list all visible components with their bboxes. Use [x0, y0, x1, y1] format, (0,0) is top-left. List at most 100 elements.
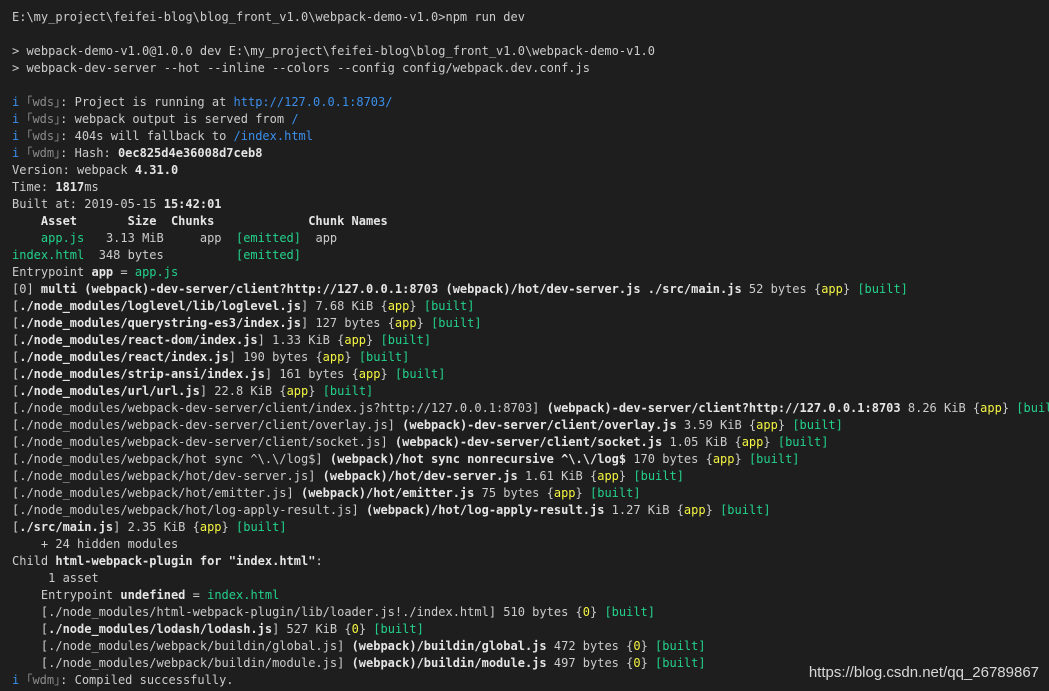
terminal-segment: }: [344, 350, 359, 364]
terminal-output[interactable]: E:\my_project\feifei-blog\blog_front_v1.…: [12, 9, 1049, 689]
terminal-segment: index.html: [207, 588, 280, 602]
terminal-segment: }: [705, 503, 721, 517]
terminal-line: [./node_modules/webpack/hot/emitter.js] …: [12, 485, 1049, 502]
terminal-segment: =: [113, 265, 135, 279]
terminal-segment: [built]: [748, 452, 800, 466]
terminal-segment: index.html: [12, 248, 85, 262]
terminal-segment: ｢wds｣: [19, 95, 61, 109]
terminal-line: [./node_modules/webpack/hot sync ^\.\/lo…: [12, 451, 1049, 468]
terminal-segment: 15:42:01: [163, 197, 222, 211]
terminal-line: [./node_modules/webpack/hot/log-apply-re…: [12, 502, 1049, 519]
terminal-line: i ｢wds｣: webpack output is served from /: [12, 111, 1049, 128]
terminal-segment: [emitted]: [235, 231, 302, 245]
terminal-segment: }: [221, 520, 236, 534]
terminal-segment: app: [980, 401, 1002, 415]
terminal-segment: app: [597, 469, 619, 483]
terminal-segment: app: [199, 520, 222, 534]
terminal-line: + 24 hidden modules: [12, 536, 1049, 553]
terminal-line: [./node_modules/webpack/buildin/global.j…: [12, 638, 1049, 655]
terminal-segment: ./node_modules/react/index.js: [19, 350, 229, 364]
terminal-line: i ｢wdm｣: Hash: 0ec825d4e36008d7ceb8: [12, 145, 1049, 162]
terminal-segment: 472 bytes {: [546, 639, 634, 653]
terminal-line: [./node_modules/html-webpack-plugin/lib/…: [12, 604, 1049, 621]
terminal-segment: ./node_modules/react-dom/index.js: [19, 333, 258, 347]
terminal-segment: }: [618, 469, 634, 483]
terminal-segment: [built]: [394, 367, 446, 381]
terminal-line: [./node_modules/react/index.js] 190 byte…: [12, 349, 1049, 366]
terminal-segment: + 24 hidden modules: [12, 537, 179, 551]
terminal-segment: (webpack)/buildin/global.js: [351, 639, 547, 653]
terminal-segment: ] 2.35 KiB {: [113, 520, 200, 534]
terminal-line: [0] multi (webpack)-dev-server/client?ht…: [12, 281, 1049, 298]
terminal-segment: app.js: [40, 231, 85, 245]
terminal-segment: app: [394, 316, 417, 330]
terminal-segment: 497 bytes {: [546, 656, 634, 670]
terminal-segment: 170 bytes {: [626, 452, 713, 466]
terminal-segment: : webpack output is served from: [60, 112, 292, 126]
terminal-segment: ./node_modules/url/url.js: [19, 384, 200, 398]
terminal-link[interactable]: http://127.0.0.1:8703/: [234, 95, 393, 109]
terminal-segment: app: [683, 503, 706, 517]
terminal-segment: 3.59 KiB {: [676, 418, 757, 432]
terminal-segment: [built]: [655, 639, 706, 653]
terminal-segment: }: [777, 418, 793, 432]
terminal-segment: 0ec825d4e36008d7ceb8: [117, 146, 263, 160]
terminal-segment: ｢wds｣: [19, 112, 61, 126]
terminal-segment: Entrypoint: [12, 588, 121, 602]
terminal-segment: [built]: [604, 605, 656, 619]
terminal-line: > webpack-dev-server --hot --inline --co…: [12, 60, 1049, 77]
terminal-segment: app: [91, 265, 114, 279]
terminal-segment: [built]: [792, 418, 843, 432]
terminal-segment: }: [734, 452, 749, 466]
terminal-segment: [built]: [380, 333, 432, 347]
terminal-segment: [0]: [12, 282, 41, 296]
terminal-link[interactable]: /: [291, 112, 298, 126]
terminal-segment: 0: [351, 622, 359, 636]
terminal-segment: (webpack)/hot/dev-server.js: [322, 469, 518, 483]
terminal-segment: [./node_modules/webpack/hot sync ^\.\/lo…: [12, 452, 330, 466]
terminal-segment: }: [842, 282, 858, 296]
watermark-text: https://blog.csdn.net/qq_26789867: [808, 664, 1039, 681]
terminal-link[interactable]: /index.html: [234, 129, 313, 143]
terminal-line: [./node_modules/webpack-dev-server/clien…: [12, 400, 1049, 417]
terminal-line: > webpack-demo-v1.0@1.0.0 dev E:\my_proj…: [12, 43, 1049, 60]
terminal-segment: [built]: [633, 469, 684, 483]
terminal-segment: app: [712, 452, 735, 466]
terminal-segment: : Hash:: [60, 146, 118, 160]
terminal-segment: ./node_modules/querystring-es3/index.js: [19, 316, 301, 330]
terminal-segment: :: [315, 554, 323, 568]
terminal-segment: > webpack-dev-server --hot --inline --co…: [12, 61, 590, 75]
terminal-segment: [./node_modules/webpack-dev-server/clien…: [12, 401, 547, 415]
terminal-segment: [built]: [777, 435, 829, 449]
terminal-segment: ./node_modules/loglevel/lib/loglevel.js: [19, 299, 301, 313]
terminal-segment: ] 161 bytes {: [264, 367, 359, 381]
terminal-segment: app: [358, 367, 381, 381]
terminal-segment: 75 bytes {: [474, 486, 554, 500]
terminal-segment: Built at: 2019-05-15: [12, 197, 164, 211]
terminal-line: app.js 3.13 MiB app [emitted] app: [12, 230, 1049, 247]
terminal-segment: Asset Size Chunks Chunk Names: [12, 214, 388, 228]
terminal-segment: ] 22.8 KiB {: [199, 384, 287, 398]
terminal-segment: [./node_modules/webpack/hot/dev-server.j…: [12, 469, 323, 483]
terminal-line: Asset Size Chunks Chunk Names: [12, 213, 1049, 230]
terminal-segment: 0: [633, 656, 641, 670]
terminal-segment: app: [387, 299, 410, 313]
terminal-segment: }: [358, 622, 374, 636]
terminal-segment: (webpack)/hot/emitter.js: [300, 486, 475, 500]
terminal-segment: }: [640, 656, 656, 670]
terminal-segment: ｢wdm｣: [19, 673, 61, 687]
terminal-segment: (webpack)-dev-server/client?http://127.0…: [546, 401, 901, 415]
terminal-segment: (webpack)/buildin/module.js: [351, 656, 547, 670]
terminal-line: Child html-webpack-plugin for "index.htm…: [12, 553, 1049, 570]
terminal-segment: > webpack-demo-v1.0@1.0.0 dev E:\my_proj…: [12, 44, 655, 58]
terminal-segment: [built]: [423, 299, 475, 313]
terminal-line: [./node_modules/loglevel/lib/loglevel.js…: [12, 298, 1049, 315]
terminal-segment: (webpack)/hot/log-apply-result.js: [366, 503, 605, 517]
terminal-segment: ] 127 bytes {: [301, 316, 395, 330]
terminal-segment: [./node_modules/webpack/buildin/module.j…: [12, 656, 352, 670]
terminal-line: 1 asset: [12, 570, 1049, 587]
terminal-segment: (webpack)-dev-server/client/socket.js: [394, 435, 663, 449]
terminal-segment: [built]: [322, 384, 374, 398]
terminal-line: [./src/main.js] 2.35 KiB {app} [built]: [12, 519, 1049, 536]
